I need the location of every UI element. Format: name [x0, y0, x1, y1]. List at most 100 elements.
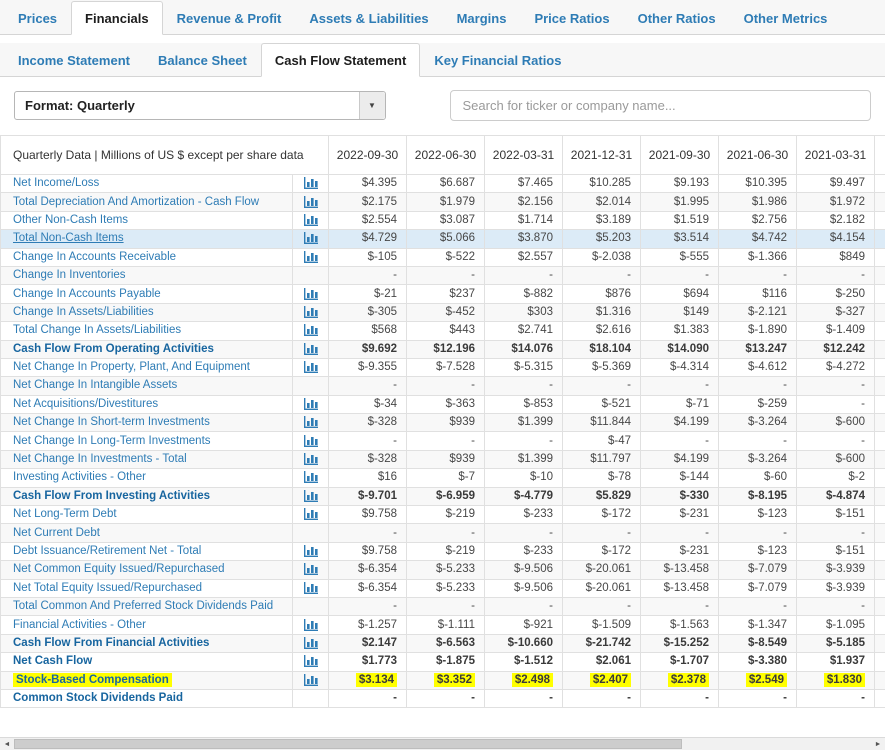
row-label-link[interactable]: Change In Inventories — [13, 269, 126, 281]
scroll-left-button[interactable]: ◄ — [0, 738, 14, 750]
chart-icon — [304, 637, 318, 649]
chart-icon-cell[interactable] — [293, 322, 329, 340]
row-label-link[interactable]: Stock-Based Compensation — [13, 673, 172, 687]
chart-icon-cell[interactable] — [293, 487, 329, 505]
scrollbar-thumb[interactable] — [14, 739, 682, 749]
chart-icon — [304, 435, 318, 447]
value-cell: $-1.875 — [407, 653, 485, 671]
row-label-link[interactable]: Total Common And Preferred Stock Dividen… — [13, 600, 273, 612]
chart-icon-cell[interactable] — [293, 230, 329, 248]
tab-other-ratios[interactable]: Other Ratios — [624, 1, 730, 35]
subtab-cash-flow-statement[interactable]: Cash Flow Statement — [261, 43, 420, 77]
tab-other-metrics[interactable]: Other Metrics — [730, 1, 842, 35]
chart-icon-cell[interactable] — [293, 579, 329, 597]
chart-icon-cell[interactable] — [293, 358, 329, 376]
value-cell: - — [407, 689, 485, 707]
table-row: Net Change In Property, Plant, And Equip… — [1, 358, 885, 376]
scrollbar-track[interactable] — [14, 738, 871, 750]
row-label-link[interactable]: Debt Issuance/Retirement Net - Total — [13, 545, 201, 557]
chart-icon-cell[interactable] — [293, 616, 329, 634]
row-label-link[interactable]: Change In Accounts Receivable — [13, 251, 176, 263]
row-label-link[interactable]: Change In Accounts Payable — [13, 288, 161, 300]
chart-icon-cell[interactable] — [293, 671, 329, 689]
subtab-key-financial-ratios[interactable]: Key Financial Ratios — [420, 43, 575, 77]
chart-icon-cell[interactable] — [293, 193, 329, 211]
row-label-link[interactable]: Financial Activities - Other — [13, 619, 146, 631]
value-cell: - — [407, 266, 485, 284]
row-label-link[interactable]: Total Non-Cash Items — [13, 232, 124, 244]
value-cell: - — [407, 597, 485, 615]
tab-revenue-profit[interactable]: Revenue & Profit — [163, 1, 296, 35]
row-label-cell: Net Acquisitions/Divestitures — [1, 395, 293, 413]
chart-icon-cell[interactable] — [293, 211, 329, 229]
chart-icon-cell[interactable] — [293, 561, 329, 579]
chart-icon-cell[interactable] — [293, 506, 329, 524]
chart-icon — [304, 471, 318, 483]
subtab-balance-sheet[interactable]: Balance Sheet — [144, 43, 261, 77]
value-cell: - — [485, 524, 563, 542]
row-label-link[interactable]: Net Change In Investments - Total — [13, 453, 187, 465]
chart-icon-cell[interactable] — [293, 542, 329, 560]
chart-icon-cell[interactable] — [293, 303, 329, 321]
tab-assets-liabilities[interactable]: Assets & Liabilities — [295, 1, 442, 35]
chart-icon-cell — [293, 597, 329, 615]
chart-icon-cell[interactable] — [293, 469, 329, 487]
table-row: Total Non-Cash Items$4.729$5.066$3.870$5… — [1, 230, 885, 248]
chart-icon-cell[interactable] — [293, 248, 329, 266]
tab-financials[interactable]: Financials — [71, 1, 163, 35]
row-label-link[interactable]: Total Change In Assets/Liabilities — [13, 324, 181, 336]
chart-icon — [304, 177, 318, 189]
subtab-income-statement[interactable]: Income Statement — [4, 43, 144, 77]
row-label-link[interactable]: Cash Flow From Operating Activities — [13, 343, 214, 355]
row-label-link[interactable]: Net Change In Short-term Investments — [13, 416, 210, 428]
row-label-link[interactable]: Net Cash Flow — [13, 655, 92, 667]
row-label-cell: Common Stock Dividends Paid — [1, 689, 293, 707]
value-cell: $2.182 — [797, 211, 875, 229]
row-label-link[interactable]: Change In Assets/Liabilities — [13, 306, 154, 318]
search-input[interactable] — [450, 90, 871, 121]
chart-icon-cell[interactable] — [293, 395, 329, 413]
dropdown-button[interactable]: ▼ — [359, 92, 385, 119]
table-row: Total Common And Preferred Stock Dividen… — [1, 597, 885, 615]
row-label-link[interactable]: Common Stock Dividends Paid — [13, 692, 183, 704]
table-title: Quarterly Data | Millions of US $ except… — [1, 136, 329, 175]
chart-icon-cell[interactable] — [293, 285, 329, 303]
row-label-link[interactable]: Investing Activities - Other — [13, 471, 146, 483]
row-label-link[interactable]: Other Non-Cash Items — [13, 214, 128, 226]
row-label-cell: Net Income/Loss — [1, 175, 293, 193]
row-label-link[interactable]: Cash Flow From Financial Activities — [13, 637, 209, 649]
tab-margins[interactable]: Margins — [443, 1, 521, 35]
chart-icon — [304, 453, 318, 465]
row-label-link[interactable]: Net Total Equity Issued/Repurchased — [13, 582, 202, 594]
row-label-link[interactable]: Net Change In Property, Plant, And Equip… — [13, 361, 250, 373]
row-label-link[interactable]: Total Depreciation And Amortization - Ca… — [13, 196, 259, 208]
format-dropdown[interactable]: Format: Quarterly ▼ — [14, 91, 386, 120]
row-label-link[interactable]: Net Change In Intangible Assets — [13, 379, 177, 391]
chart-icon-cell[interactable] — [293, 450, 329, 468]
chart-icon-cell[interactable] — [293, 432, 329, 450]
row-label-link[interactable]: Net Acquisitions/Divestitures — [13, 398, 158, 410]
row-label-link[interactable]: Net Change In Long-Term Investments — [13, 435, 211, 447]
value-cell: - — [719, 432, 797, 450]
row-label-cell: Financial Activities - Other — [1, 616, 293, 634]
row-label-cell: Cash Flow From Financial Activities — [1, 634, 293, 652]
row-label-link[interactable]: Net Common Equity Issued/Repurchased — [13, 563, 225, 575]
scroll-right-button[interactable]: ► — [871, 738, 885, 750]
value-cell: $13.247 — [719, 340, 797, 358]
value-cell: $2.175 — [329, 193, 407, 211]
value-cell: $-330 — [641, 487, 719, 505]
value-cell: - — [641, 266, 719, 284]
row-label-link[interactable]: Net Long-Term Debt — [13, 508, 117, 520]
tab-prices[interactable]: Prices — [4, 1, 71, 35]
value-cell: $-1.409 — [797, 322, 875, 340]
row-label-link[interactable]: Cash Flow From Investing Activities — [13, 490, 210, 502]
row-label-link[interactable]: Net Income/Loss — [13, 177, 99, 189]
horizontal-scrollbar[interactable]: ◄ ► — [0, 737, 885, 750]
chart-icon-cell[interactable] — [293, 634, 329, 652]
chart-icon-cell[interactable] — [293, 653, 329, 671]
chart-icon-cell[interactable] — [293, 340, 329, 358]
chart-icon-cell[interactable] — [293, 414, 329, 432]
row-label-link[interactable]: Net Current Debt — [13, 527, 100, 539]
tab-price-ratios[interactable]: Price Ratios — [520, 1, 623, 35]
chart-icon-cell[interactable] — [293, 175, 329, 193]
